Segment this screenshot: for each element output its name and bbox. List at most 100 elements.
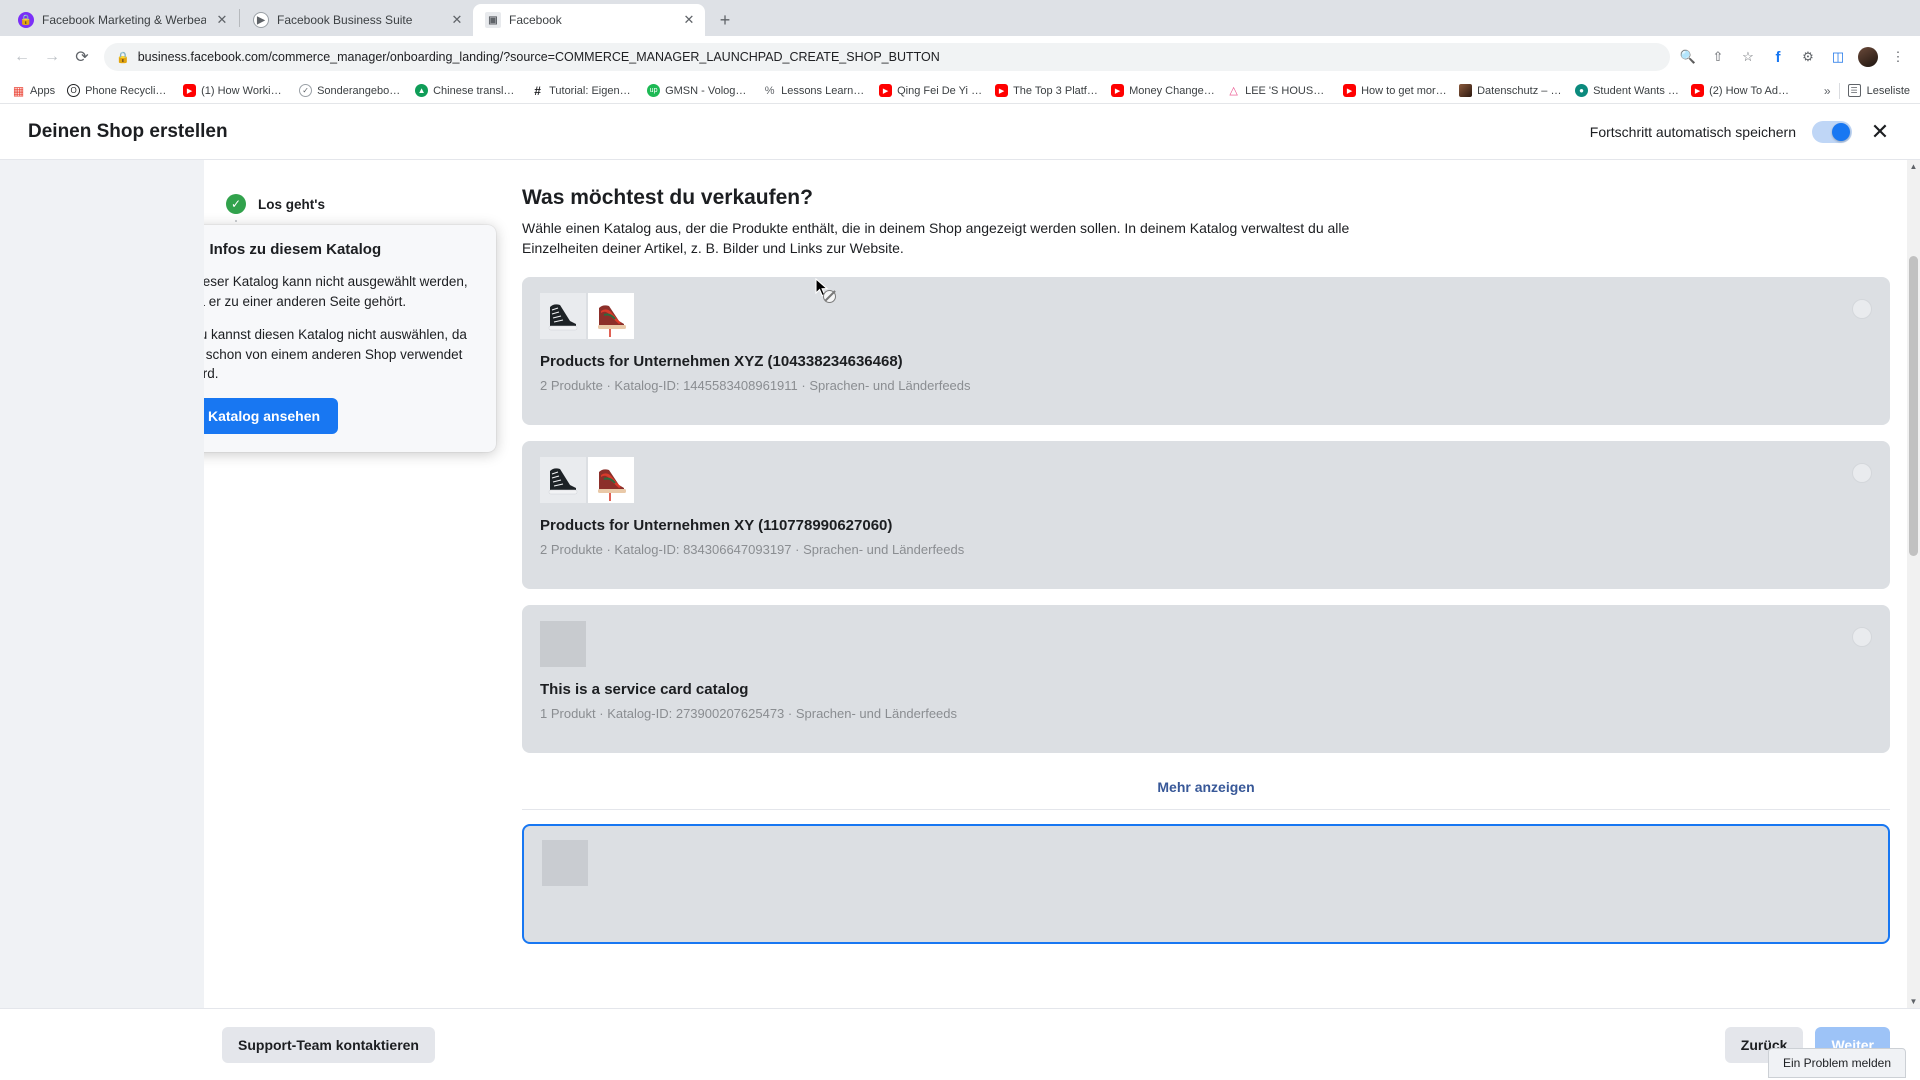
autosave-toggle[interactable]: [1812, 120, 1852, 143]
bookmark-item-9[interactable]: ▶ The Top 3 Platfor...: [989, 82, 1105, 99]
catalog-radio-0[interactable]: [1852, 298, 1872, 319]
footer-inner: Support-Team kontaktieren Zurück Weiter: [204, 1026, 1920, 1063]
scrollbar-thumb[interactable]: [1909, 256, 1918, 556]
browser-toolbar: ← → ⟳ 🔒 business.facebook.com/commerce_m…: [0, 36, 1920, 78]
section-subtext: Wähle einen Katalog aus, der die Produkt…: [522, 220, 1350, 257]
scroll-down-icon[interactable]: ▼: [1907, 995, 1920, 1008]
bookmark-item-apps[interactable]: ▦ Apps: [6, 82, 61, 99]
share-icon[interactable]: ⇧: [1708, 47, 1728, 67]
youtube-icon: ▶: [1691, 84, 1705, 97]
bookmark-item-1[interactable]: O Phone Recycling....: [61, 82, 177, 99]
report-problem-button[interactable]: Ein Problem melden: [1767, 1048, 1906, 1078]
star-icon[interactable]: ☆: [1738, 47, 1758, 67]
bookmark-item-10[interactable]: ▶ Money Changes E...: [1105, 82, 1221, 99]
teal-circle-icon: ●: [1575, 84, 1589, 97]
contact-support-button[interactable]: Support-Team kontaktieren: [222, 1026, 435, 1063]
address-bar[interactable]: 🔒 business.facebook.com/commerce_manager…: [104, 43, 1670, 71]
popover-header: 🔒 Infos zu diesem Katalog: [204, 225, 496, 268]
browser-tab-2[interactable]: ▣ Facebook ✕: [473, 4, 705, 36]
catalog-card-1[interactable]: Products for Unternehmen XY (11077899062…: [522, 440, 1890, 589]
browser-tab-title: Facebook: [509, 13, 562, 27]
reading-list-button[interactable]: ☰ Leseliste: [1847, 84, 1910, 97]
blank-thumb-icon: [542, 839, 588, 886]
browser-tab-0[interactable]: 🔒 Facebook Marketing & Werbea ✕: [6, 4, 238, 36]
menu-icon[interactable]: ⋮: [1888, 47, 1908, 67]
bookmarks-bar: ▦ Apps O Phone Recycling.... ▶ (1) How W…: [0, 78, 1920, 104]
bookmarks-overflow-icon[interactable]: »: [1824, 84, 1831, 98]
view-catalog-button[interactable]: Katalog ansehen: [204, 397, 339, 434]
bookmark-item-2[interactable]: ▶ (1) How Working a...: [177, 82, 293, 99]
bookmark-item-6[interactable]: up GMSN - Vologda....: [641, 82, 757, 99]
youtube-icon: ▶: [1343, 84, 1357, 97]
bookmark-item-4[interactable]: ▲ Chinese translatio...: [409, 82, 525, 99]
facebook-icon[interactable]: f: [1768, 47, 1788, 67]
bookmark-item-3[interactable]: ✓ Sonderangebot! |...: [293, 82, 409, 99]
youtube-icon: ▶: [1111, 84, 1125, 97]
close-icon[interactable]: ✕: [214, 12, 230, 28]
extensions-icon[interactable]: ⚙: [1798, 47, 1818, 67]
close-dialog-button[interactable]: ✕: [1868, 120, 1892, 143]
pink-outline-icon: △: [1229, 85, 1238, 97]
dialog-header-actions: Fortschritt automatisch speichern ✕: [1590, 120, 1892, 143]
catalog-thumbnails: [540, 292, 1872, 339]
page-scrollbar[interactable]: ▲ ▼: [1907, 160, 1920, 1008]
step-item-0[interactable]: ✓ Los geht's: [226, 190, 480, 218]
browser-tab-1[interactable]: ▶ Facebook Business Suite ✕: [241, 4, 473, 36]
back-icon[interactable]: ←: [8, 43, 36, 71]
bookmark-item-15[interactable]: ▶ (2) How To Add A...: [1685, 82, 1801, 99]
bookmark-item-14[interactable]: ● Student Wants an...: [1569, 82, 1685, 99]
popover-paragraph-1: Du kannst diesen Katalog nicht auswählen…: [204, 327, 467, 382]
catalog-radio-2[interactable]: [1852, 626, 1872, 647]
scroll-up-icon[interactable]: ▲: [1907, 160, 1920, 173]
close-icon[interactable]: ✕: [681, 12, 697, 28]
catalog-card-focused[interactable]: [522, 823, 1890, 944]
left-gutter: [0, 160, 204, 1008]
bookmark-label: Sonderangebot! |...: [317, 84, 404, 97]
zoom-icon[interactable]: 🔍: [1678, 47, 1698, 67]
content-panel: ✓ Los geht's ✓ Art des Kaufabschlusses a…: [204, 160, 1920, 1008]
profile-avatar[interactable]: [1858, 47, 1878, 67]
catalog-card-0[interactable]: Products for Unternehmen XYZ (1043382346…: [522, 276, 1890, 425]
blank-thumb-icon: [540, 620, 586, 667]
catalog-thumbnails: [540, 456, 1872, 503]
catalog-selection-panel: Was möchtest du verkaufen? Wähle einen K…: [504, 160, 1920, 1008]
browser-window: 🔒 Facebook Marketing & Werbea ✕ ▶ Facebo…: [0, 0, 1920, 1080]
popover-title: Infos zu diesem Katalog: [209, 241, 382, 258]
bookmark-item-7[interactable]: % Lessons Learned f...: [757, 82, 873, 99]
sneaker-black-icon: [540, 292, 586, 339]
forward-icon[interactable]: →: [38, 43, 66, 71]
bookmark-item-8[interactable]: ▶ Qing Fei De Yi - Y...: [873, 82, 989, 99]
catalog-title: This is a service card catalog: [540, 680, 749, 698]
catalog-radio-1[interactable]: [1852, 462, 1872, 483]
reload-icon[interactable]: ⟳: [68, 43, 96, 71]
catalog-thumbnails: [540, 620, 1872, 667]
bookmark-item-12[interactable]: ▶ How to get more v...: [1337, 82, 1453, 99]
bookmark-label: LEE 'S HOUSE—...: [1245, 84, 1332, 97]
toolbar-icon-group: 🔍 ⇧ ☆ f ⚙ ◫ ⋮: [1678, 47, 1912, 67]
new-tab-button[interactable]: +: [711, 6, 739, 34]
show-more-button[interactable]: Mehr anzeigen: [522, 769, 1890, 810]
bookmark-label: GMSN - Vologda....: [665, 84, 752, 97]
bookmark-label: The Top 3 Platfor...: [1013, 84, 1100, 97]
lock-purple-icon: 🔒: [18, 12, 34, 28]
catalog-card-2[interactable]: This is a service card catalog 1 Produkt…: [522, 604, 1890, 753]
bookmark-label: How to get more v...: [1361, 84, 1447, 97]
bookmark-label: Phone Recycling....: [85, 84, 172, 97]
bookmark-item-13[interactable]: Datenschutz – Re...: [1453, 82, 1569, 99]
page-title: Deinen Shop erstellen: [28, 120, 228, 142]
catalog-info-popover: 🔒 Infos zu diesem Katalog Dieser Katalog…: [204, 225, 496, 452]
step-label: Los geht's: [258, 196, 325, 212]
sneaker-red-icon: [588, 292, 634, 339]
bookmark-item-11[interactable]: △ LEE 'S HOUSE—...: [1221, 82, 1337, 99]
bookmark-item-5[interactable]: # Tutorial: Eigene Fa...: [525, 82, 641, 99]
page-content: Deinen Shop erstellen Fortschritt automa…: [0, 104, 1920, 1080]
dialog-footer: Support-Team kontaktieren Zurück Weiter: [0, 1008, 1920, 1080]
split-icon[interactable]: ◫: [1828, 47, 1848, 67]
catalog-meta: 2 Produkte · Katalog-ID: 144558340896191…: [540, 377, 971, 393]
toggle-knob: [1832, 122, 1850, 141]
close-icon[interactable]: ✕: [449, 12, 465, 28]
catalog-title: Products for Unternehmen XY (11077899062…: [540, 516, 893, 534]
popover-body: Dieser Katalog kann nicht ausgewählt wer…: [204, 268, 496, 452]
bookmark-label: (2) How To Add A...: [1709, 84, 1796, 97]
green-circle-icon: ▲: [415, 84, 429, 97]
